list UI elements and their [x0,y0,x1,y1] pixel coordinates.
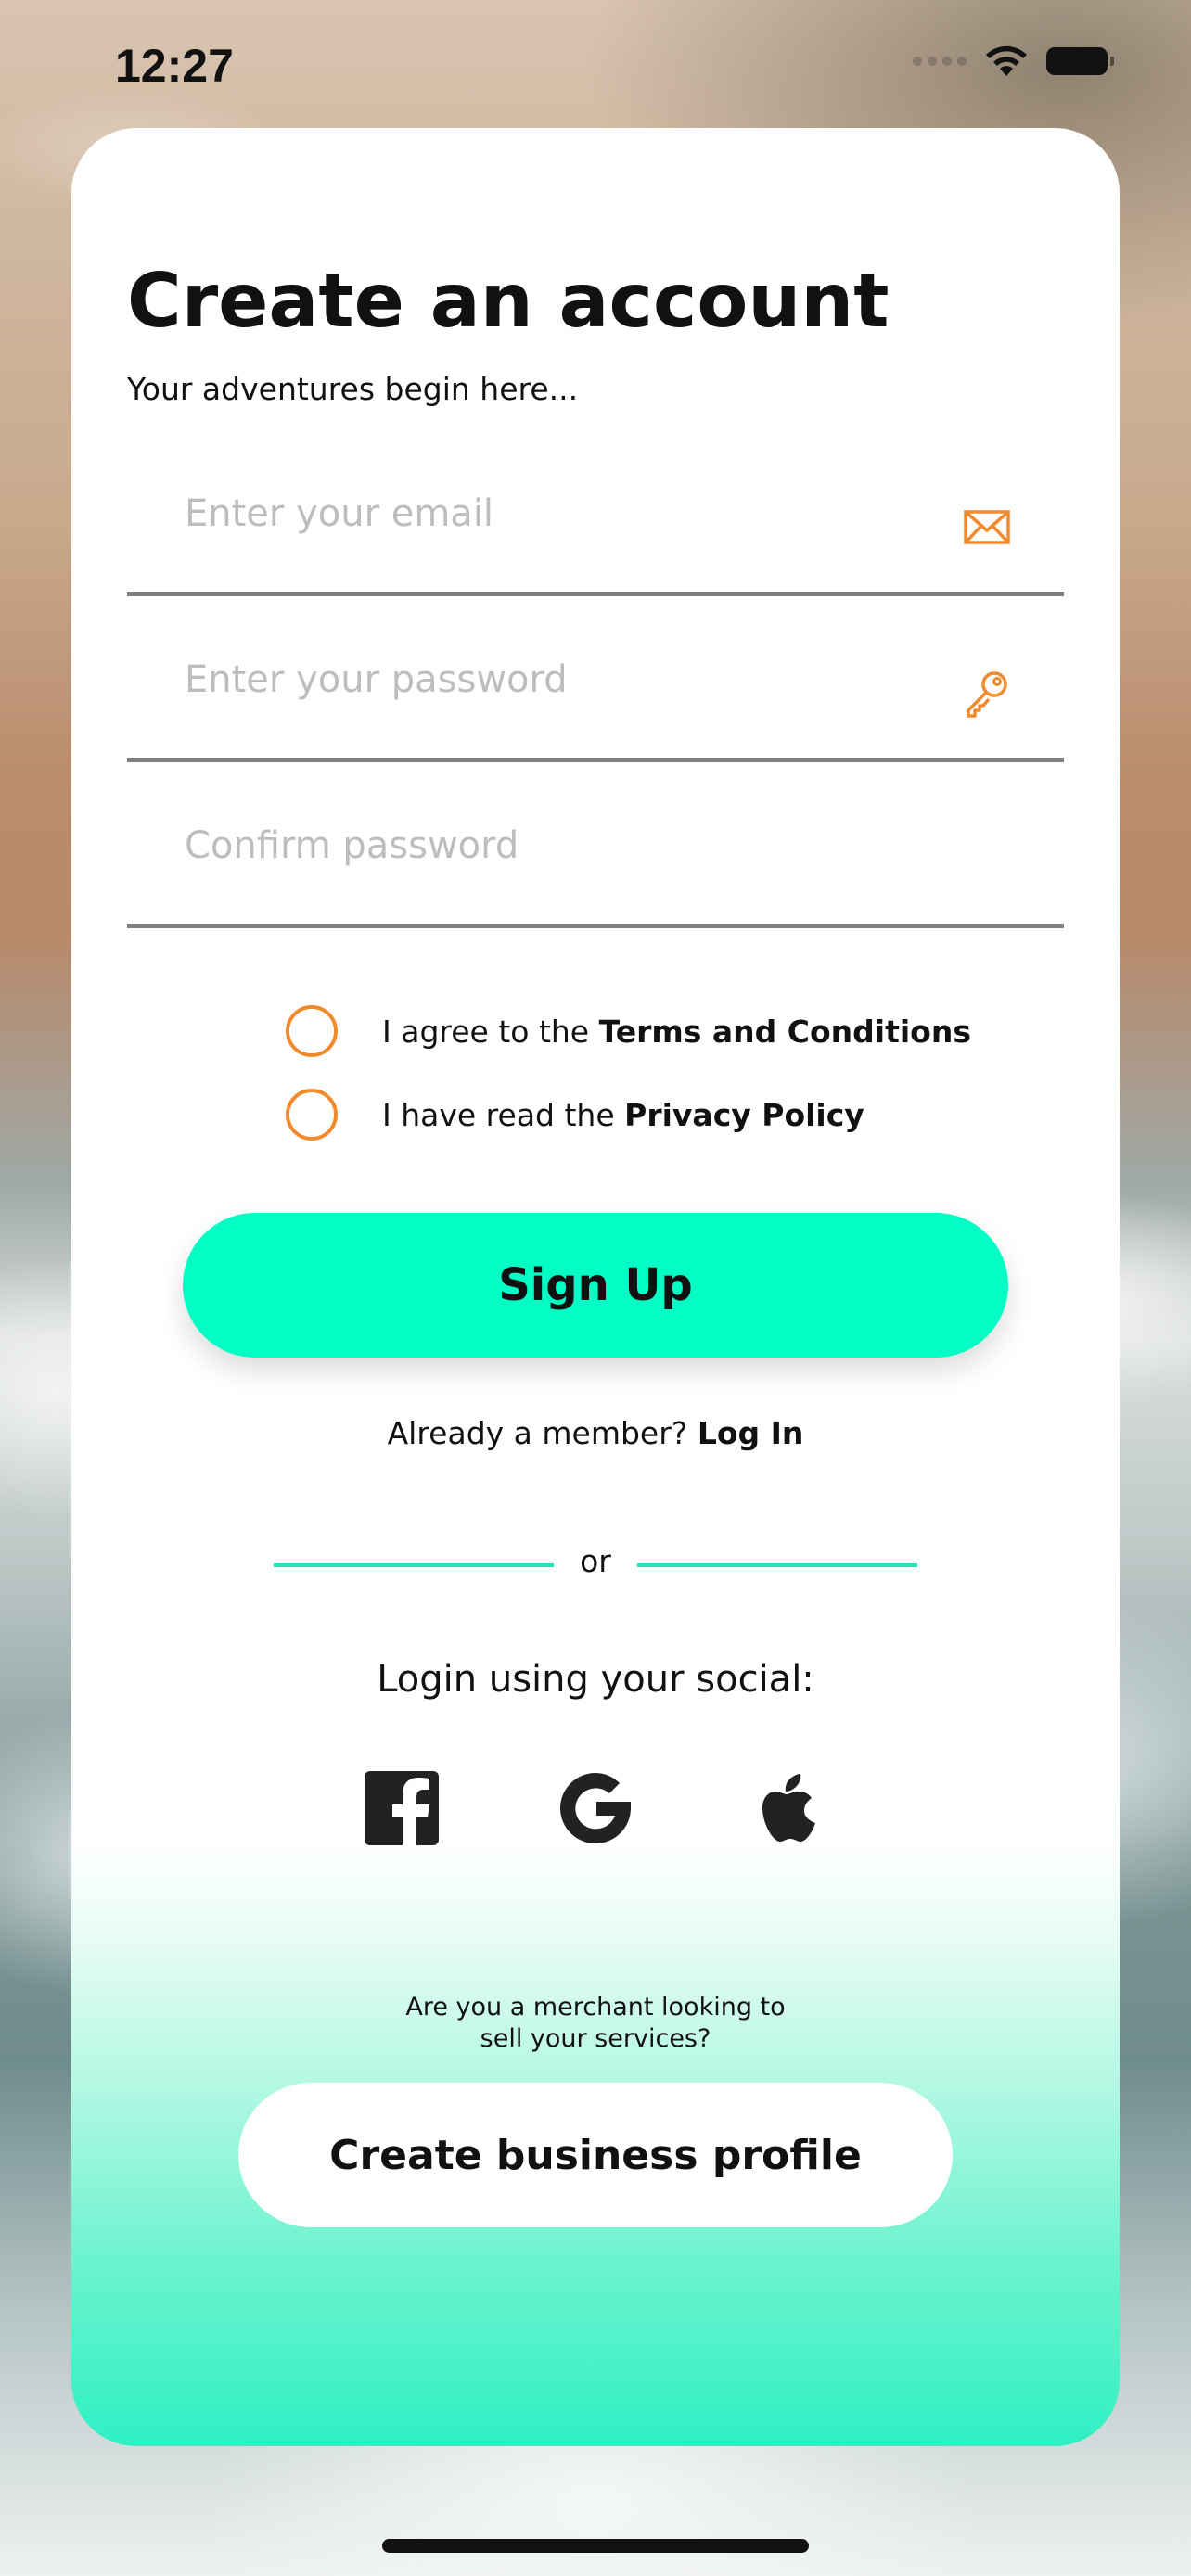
privacy-label-prefix: I have read the [382,1096,625,1133]
key-icon [967,671,1007,718]
apple-icon[interactable] [751,1769,829,1847]
create-business-profile-button[interactable]: Create business profile [238,2083,953,2227]
email-input[interactable] [183,471,928,556]
privacy-link[interactable]: Privacy Policy [624,1097,864,1133]
status-indicators [913,45,1114,78]
password-input[interactable] [183,637,928,722]
cellular-signal-icon [913,57,967,66]
facebook-icon[interactable] [363,1769,441,1847]
already-member-text: Already a member? Log In [71,1415,1120,1451]
sign-up-button[interactable]: Sign Up [183,1213,1008,1358]
terms-link[interactable]: Terms and Conditions [599,1014,971,1050]
confirm-password-field-container [127,784,1064,928]
page-subtitle: Your adventures begin here... [127,371,579,407]
password-field-container [127,618,1064,762]
merchant-question-line1: Are you a merchant looking to [405,1993,786,2021]
social-login-title: Login using your social: [377,1658,814,1701]
terms-checkbox[interactable] [286,1005,338,1057]
confirm-password-input[interactable] [183,803,928,888]
divider-or: or [580,1543,611,1579]
wifi-icon [986,45,1027,76]
signup-card: Create an account Your adventures begin … [71,128,1120,2446]
privacy-label: I have read the Privacy Policy [382,1097,864,1133]
divider-line-right [637,1563,917,1567]
privacy-checkbox[interactable] [286,1089,338,1141]
home-indicator[interactable] [382,2539,809,2553]
terms-label: I agree to the Terms and Conditions [382,1014,971,1050]
page-title: Create an account [127,258,890,344]
privacy-checkbox-row: I have read the Privacy Policy [286,1089,864,1141]
merchant-question: Are you a merchant looking to sell your … [71,1992,1120,2055]
email-field-container [127,453,1064,596]
already-member-prefix: Already a member? [387,1415,698,1451]
google-icon[interactable] [557,1769,634,1847]
terms-label-prefix: I agree to the [382,1013,599,1050]
log-in-link[interactable]: Log In [698,1415,804,1451]
status-time: 12:27 [115,40,234,92]
battery-icon [1046,47,1114,75]
terms-checkbox-row: I agree to the Terms and Conditions [286,1005,971,1057]
envelope-icon [964,510,1010,544]
merchant-question-line2: sell your services? [480,2024,711,2053]
